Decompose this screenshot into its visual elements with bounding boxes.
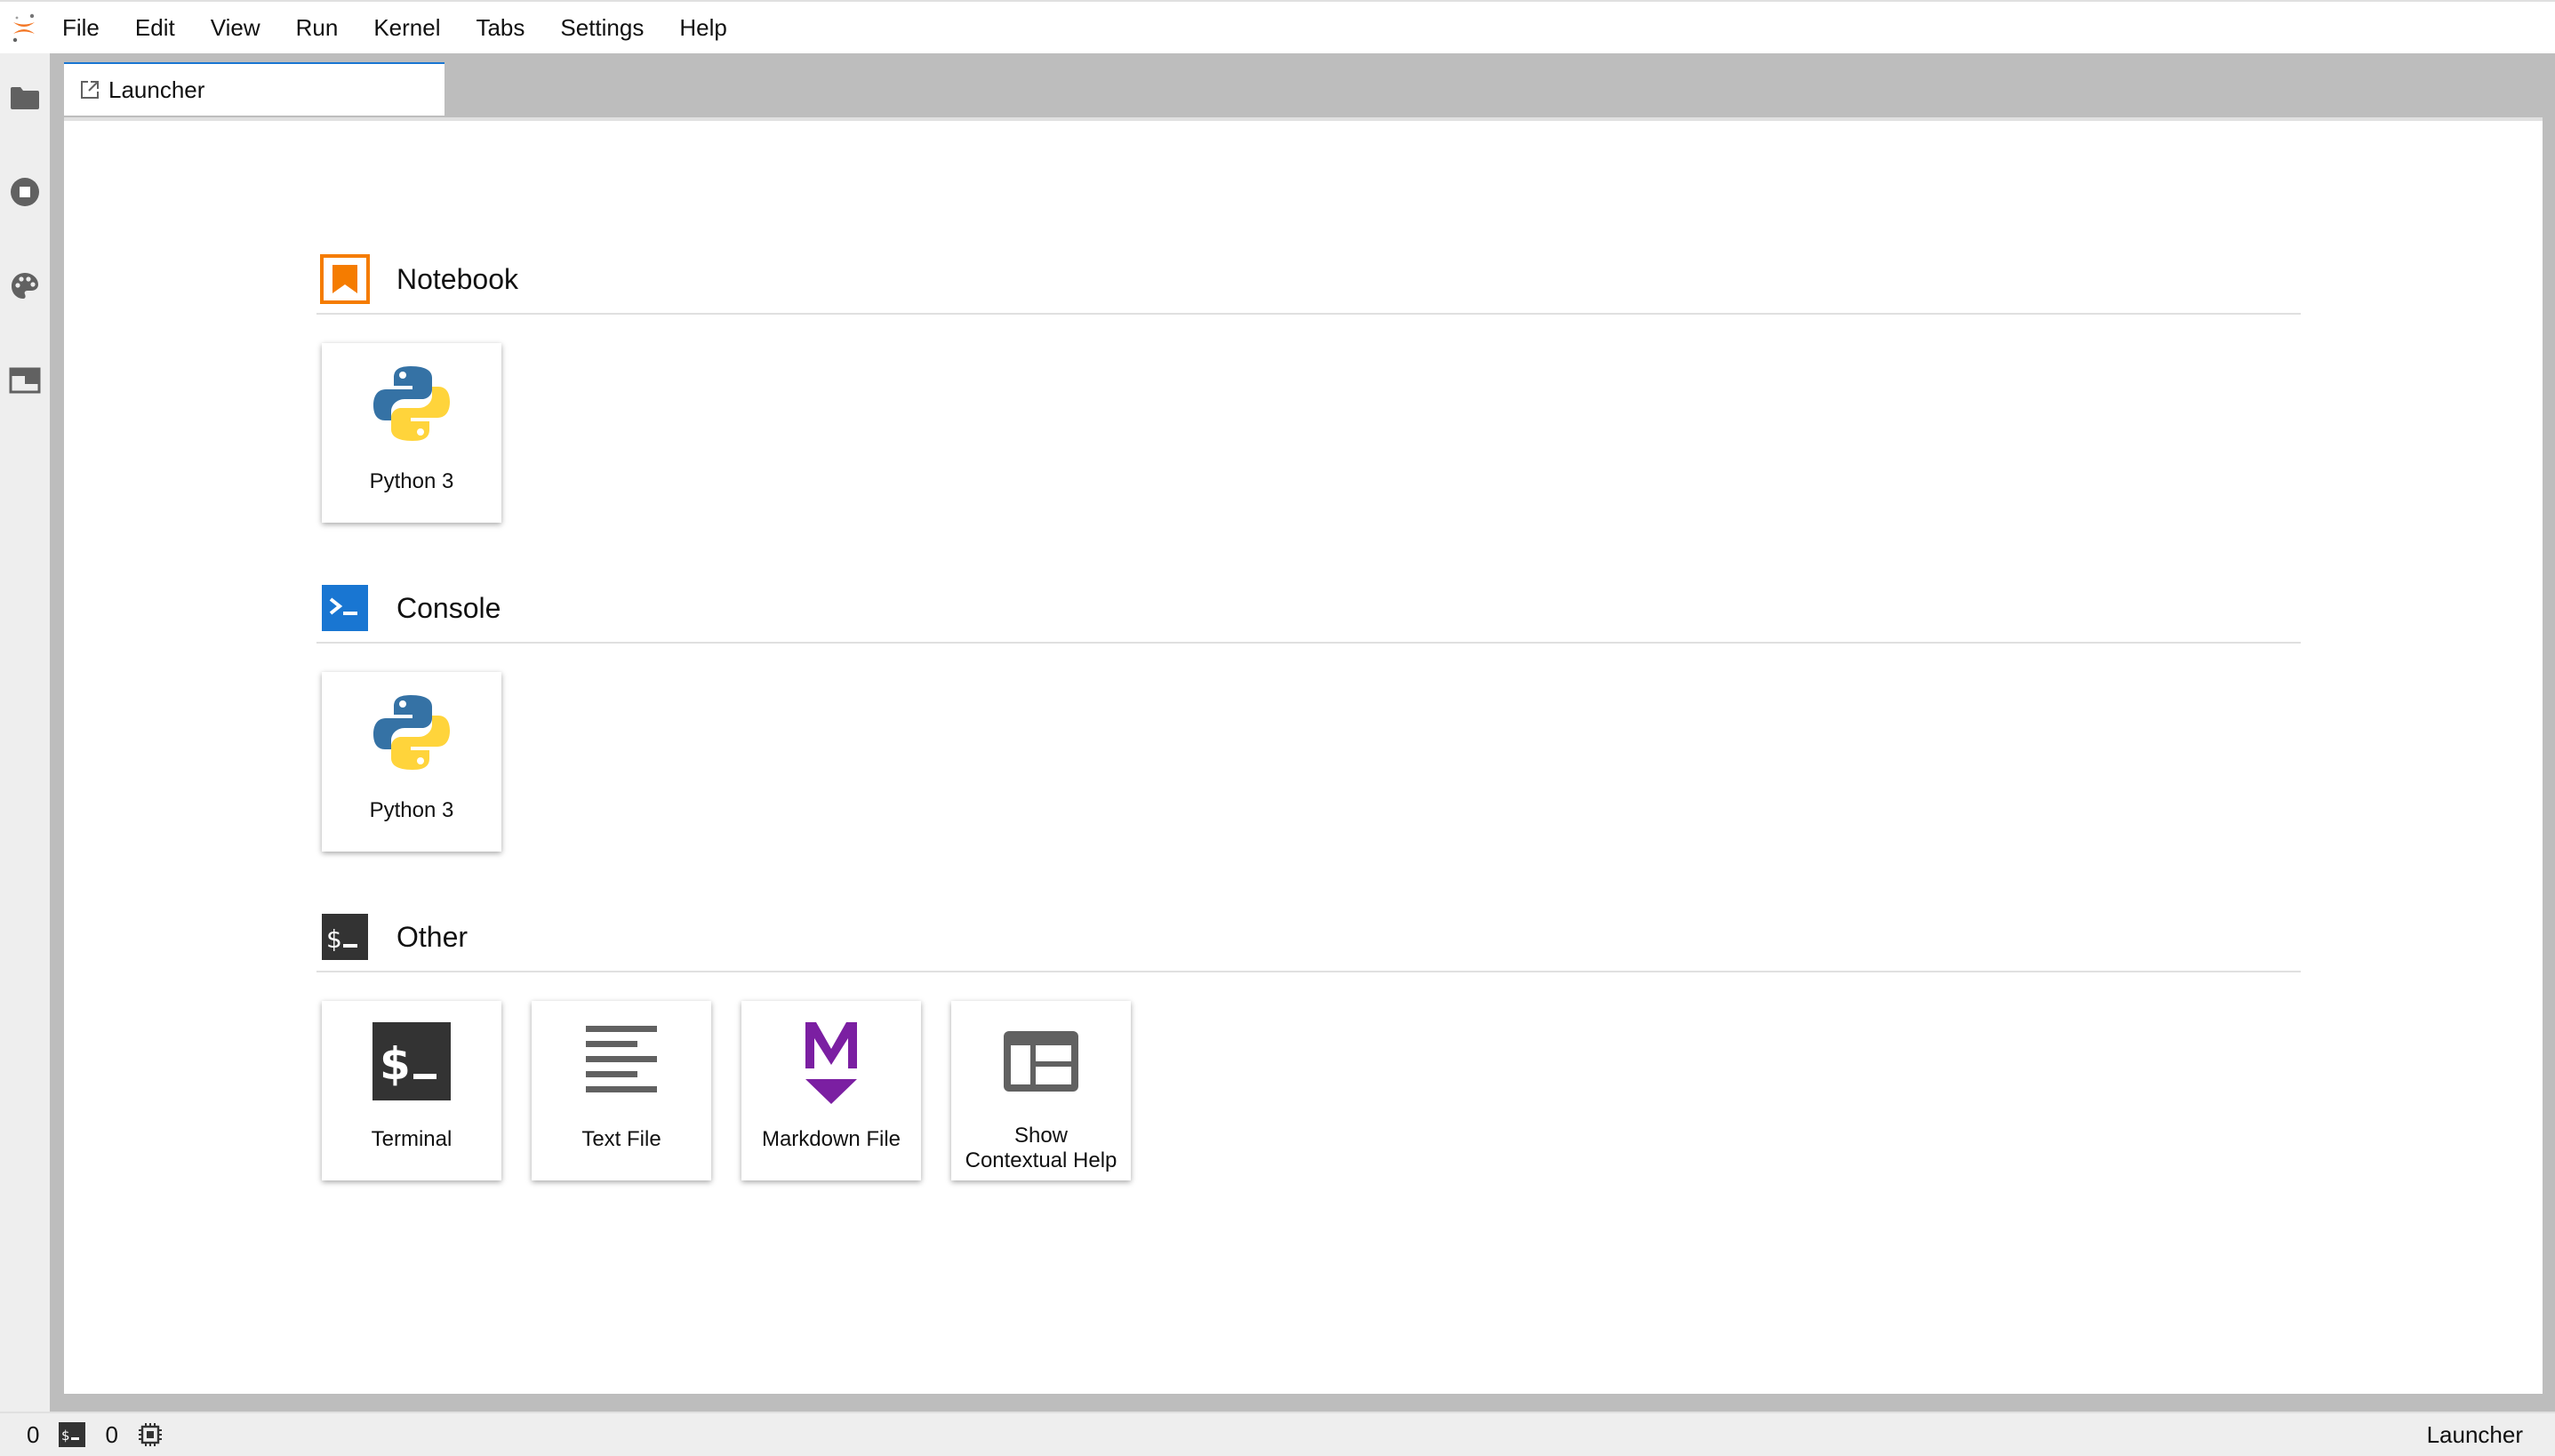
text-file-icon [532,1017,711,1106]
menu-bar: File Edit View Run Kernel Tabs Settings … [0,0,2555,53]
menu-tabs[interactable]: Tabs [458,1,542,54]
card-label-line1: Show [1013,1124,1069,1148]
main-dock-panel: Launcher Notebook Python 3 Console Pytho… [52,53,2555,1412]
card-label: Terminal [371,1127,453,1151]
status-bar: 0 $ 0 Launcher [0,1412,2555,1456]
section-notebook: Notebook [316,245,2301,315]
sidebar-property-inspector[interactable] [0,251,50,322]
menu-view[interactable]: View [193,1,278,54]
terminal-icon[interactable]: $ [59,1422,86,1447]
sidebar-file-browser[interactable] [0,62,50,133]
python-icon [322,359,501,448]
status-current-activity: Launcher [2426,1420,2523,1448]
menu-file[interactable]: File [44,1,117,54]
running-icon [11,178,39,206]
svg-text:$: $ [61,1428,70,1444]
menu-edit[interactable]: Edit [117,1,193,54]
kernels-count[interactable]: 0 [27,1421,39,1449]
card-label: Python 3 [369,798,454,822]
folder-icon [11,87,39,109]
menu-kernel[interactable]: Kernel [356,1,458,54]
section-title-console: Console [396,591,501,624]
card-label-line2: Contextual Help [965,1148,1117,1172]
tab-label: Launcher [108,76,205,103]
status-left: 0 $ 0 [0,1421,163,1449]
markdown-icon [741,1017,921,1106]
palette-icon [12,273,38,299]
card-console-python3[interactable]: Python 3 [322,672,501,852]
tab-launcher[interactable]: Launcher [64,62,445,116]
terminal-icon: $ [320,912,370,962]
sidebar-running[interactable] [0,156,50,228]
card-label: Python 3 [369,469,454,493]
contextual-help-icon [951,1017,1131,1106]
console-icon [320,583,370,633]
cpu-icon[interactable] [138,1422,163,1447]
card-label: Markdown File [761,1127,901,1151]
menu-help[interactable]: Help [661,1,744,54]
svg-text:$: $ [380,1038,411,1090]
card-label: Text File [581,1127,661,1151]
notebook-icon [320,254,370,304]
tabs-icon [9,367,41,394]
section-console: Console [316,574,2301,644]
python-icon [322,688,501,777]
menu-settings[interactable]: Settings [542,1,661,54]
card-notebook-python3[interactable]: Python 3 [322,343,501,523]
jupyter-logo-icon[interactable] [4,1,44,54]
tab-bar: Launcher [64,62,2555,116]
launcher-panel: Notebook Python 3 Console Python 3 $ Oth… [64,117,2543,1394]
card-contextual-help[interactable]: Show Contextual Help [951,1001,1131,1180]
menu-run[interactable]: Run [278,1,356,54]
svg-text:$: $ [326,924,342,954]
card-markdown-file[interactable]: Markdown File [741,1001,921,1180]
card-terminal[interactable]: $ Terminal [322,1001,501,1180]
section-other: $ Other [316,903,2301,972]
card-text-file[interactable]: Text File [532,1001,711,1180]
terminal-icon: $ [322,1017,501,1106]
section-title-notebook: Notebook [396,262,518,295]
terminals-count[interactable]: 0 [105,1421,117,1449]
launcher-icon [81,81,99,99]
card-label: Show Contextual Help [951,1124,1131,1173]
left-sidebar [0,53,52,1412]
sidebar-open-tabs[interactable] [0,345,50,416]
section-title-other: Other [396,920,469,953]
